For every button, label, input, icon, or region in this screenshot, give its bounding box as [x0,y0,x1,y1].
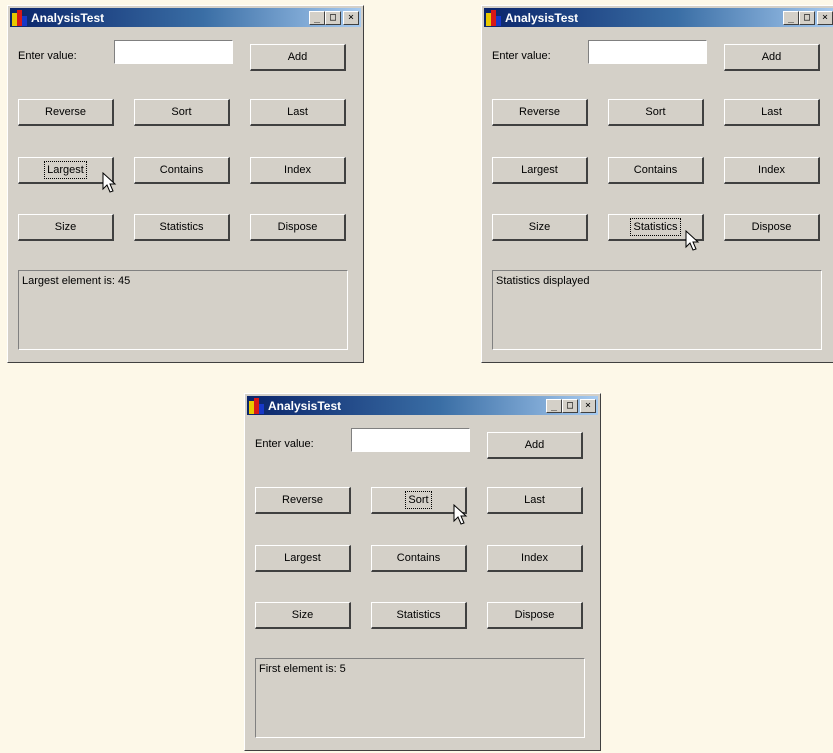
add-button[interactable]: Add [487,432,583,459]
contains-button[interactable]: Contains [134,157,230,184]
reverse-button[interactable]: Reverse [18,99,114,126]
app-icon [12,9,28,26]
index-button[interactable]: Index [250,157,346,184]
close-icon[interactable]: × [817,10,833,25]
statistics-button[interactable]: Statistics [371,602,467,629]
add-button[interactable]: Add [724,44,820,71]
largest-button[interactable]: Largest [255,545,351,572]
sort-button[interactable]: Sort [134,99,230,126]
minimize-icon[interactable]: _ [546,398,562,413]
output-area: Statistics displayed [492,270,822,350]
mouse-pointer-icon [453,504,468,525]
close-icon[interactable]: × [343,10,359,25]
app-window-2: AnalysisTest _ □ × Enter value: Add Reve… [481,5,833,363]
maximize-icon[interactable]: □ [562,398,578,413]
app-icon [249,397,265,414]
size-button[interactable]: Size [492,214,588,241]
window-title: AnalysisTest [505,10,579,25]
mouse-pointer-icon [685,230,700,251]
window-title: AnalysisTest [268,398,342,413]
output-area: First element is: 5 [255,658,585,738]
input-label: Enter value: [18,50,77,62]
title-bar[interactable]: AnalysisTest _ □ × [10,8,361,27]
last-button[interactable]: Last [487,487,583,514]
title-bar[interactable]: AnalysisTest _ □ × [484,8,833,27]
minimize-icon[interactable]: _ [783,10,799,25]
reverse-button[interactable]: Reverse [255,487,351,514]
index-button[interactable]: Index [724,157,820,184]
close-icon[interactable]: × [580,398,596,413]
value-input[interactable] [588,40,707,64]
last-button[interactable]: Last [250,99,346,126]
window-title: AnalysisTest [31,10,105,25]
largest-button[interactable]: Largest [492,157,588,184]
last-button[interactable]: Last [724,99,820,126]
output-area: Largest element is: 45 [18,270,348,350]
mouse-pointer-icon [102,172,117,193]
input-label: Enter value: [255,438,314,450]
app-window-1: AnalysisTest _ □ × Enter value: Add Reve… [7,5,364,363]
sort-button[interactable]: Sort [608,99,704,126]
value-input[interactable] [114,40,233,64]
app-window-3: AnalysisTest _ □ × Enter value: Add Reve… [244,393,601,751]
dispose-button[interactable]: Dispose [250,214,346,241]
add-button[interactable]: Add [250,44,346,71]
index-button[interactable]: Index [487,545,583,572]
maximize-icon[interactable]: □ [799,10,815,25]
contains-button[interactable]: Contains [371,545,467,572]
dispose-button[interactable]: Dispose [487,602,583,629]
size-button[interactable]: Size [255,602,351,629]
size-button[interactable]: Size [18,214,114,241]
reverse-button[interactable]: Reverse [492,99,588,126]
input-label: Enter value: [492,50,551,62]
title-bar[interactable]: AnalysisTest _ □ × [247,396,598,415]
app-icon [486,9,502,26]
value-input[interactable] [351,428,470,452]
largest-button[interactable]: Largest [18,157,114,184]
statistics-button[interactable]: Statistics [134,214,230,241]
minimize-icon[interactable]: _ [309,10,325,25]
dispose-button[interactable]: Dispose [724,214,820,241]
contains-button[interactable]: Contains [608,157,704,184]
maximize-icon[interactable]: □ [325,10,341,25]
